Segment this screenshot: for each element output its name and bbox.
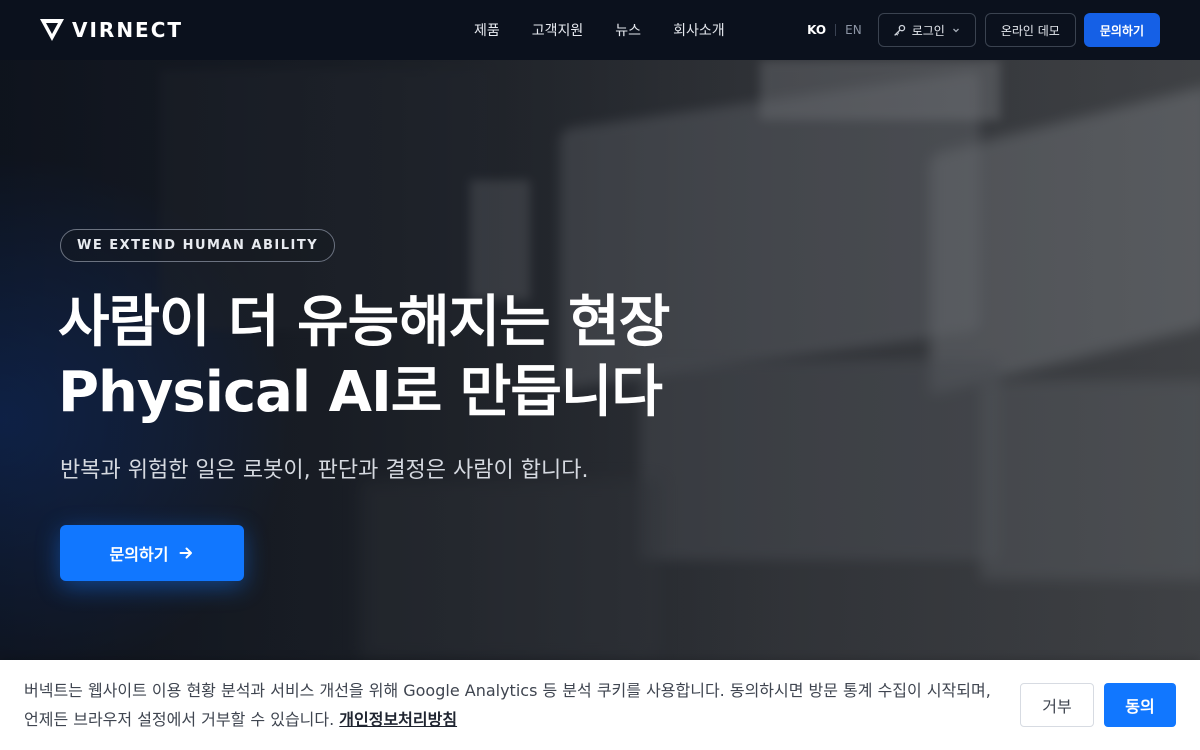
arrow-right-icon [179, 547, 193, 559]
login-label: 로그인 [911, 23, 945, 38]
hero-title-line-2: Physical AI로 만듭니다 [58, 360, 663, 425]
nav-item-products[interactable]: 제품 [474, 20, 500, 40]
header-actions: KO EN 로그인 온라인 데모 문의하기 [807, 0, 1160, 60]
logo[interactable]: VIRNECT [40, 18, 183, 42]
cookie-consent-banner: 버넥트는 웹사이트 이용 현황 분석과 서비스 개선을 위해 Google An… [0, 660, 1200, 750]
lang-ko[interactable]: KO [807, 23, 826, 37]
main-nav: 제품 고객지원 뉴스 회사소개 [474, 0, 725, 60]
logo-text: VIRNECT [72, 18, 184, 42]
cookie-message: 버넥트는 웹사이트 이용 현황 분석과 서비스 개선을 위해 Google An… [24, 676, 994, 734]
chevron-down-icon [952, 28, 959, 33]
hero-title-line-1: 사람이 더 유능해지는 현장 [58, 290, 670, 355]
nav-item-news[interactable]: 뉴스 [615, 20, 641, 40]
cookie-reject-button[interactable]: 거부 [1020, 683, 1094, 727]
cookie-actions: 거부 동의 [1020, 683, 1176, 727]
hero-subtitle: 반복과 위험한 일은 로봇이, 판단과 결정은 사람이 합니다. [60, 458, 589, 483]
login-button[interactable]: 로그인 [877, 13, 976, 47]
hero-cta-label: 문의하기 [109, 545, 169, 564]
privacy-policy-link[interactable]: 개인정보처리방침 [339, 710, 457, 729]
header-contact-button[interactable]: 문의하기 [1083, 13, 1160, 47]
site-header: VIRNECT 제품 고객지원 뉴스 회사소개 KO EN 로그인 온라인 데모… [0, 0, 1200, 60]
cookie-text: 버넥트는 웹사이트 이용 현황 분석과 서비스 개선을 위해 Google An… [24, 681, 991, 729]
language-switcher: KO EN [807, 23, 862, 37]
hero-title: 사람이 더 유능해지는 현장 Physical AI로 만듭니다 [58, 288, 670, 428]
hero-section: WE EXTEND HUMAN ABILITY 사람이 더 유능해지는 현장 P… [0, 60, 1200, 660]
lang-en[interactable]: EN [845, 23, 862, 37]
nav-item-support[interactable]: 고객지원 [532, 20, 584, 40]
lang-divider [835, 24, 837, 36]
hero-badge: WE EXTEND HUMAN ABILITY [60, 229, 336, 262]
cookie-accept-button[interactable]: 동의 [1104, 683, 1176, 727]
virnect-logo-icon [40, 19, 64, 41]
hero-contact-button[interactable]: 문의하기 [60, 525, 244, 581]
key-icon [893, 24, 905, 36]
nav-item-company[interactable]: 회사소개 [673, 20, 725, 40]
online-demo-button[interactable]: 온라인 데모 [984, 13, 1076, 47]
